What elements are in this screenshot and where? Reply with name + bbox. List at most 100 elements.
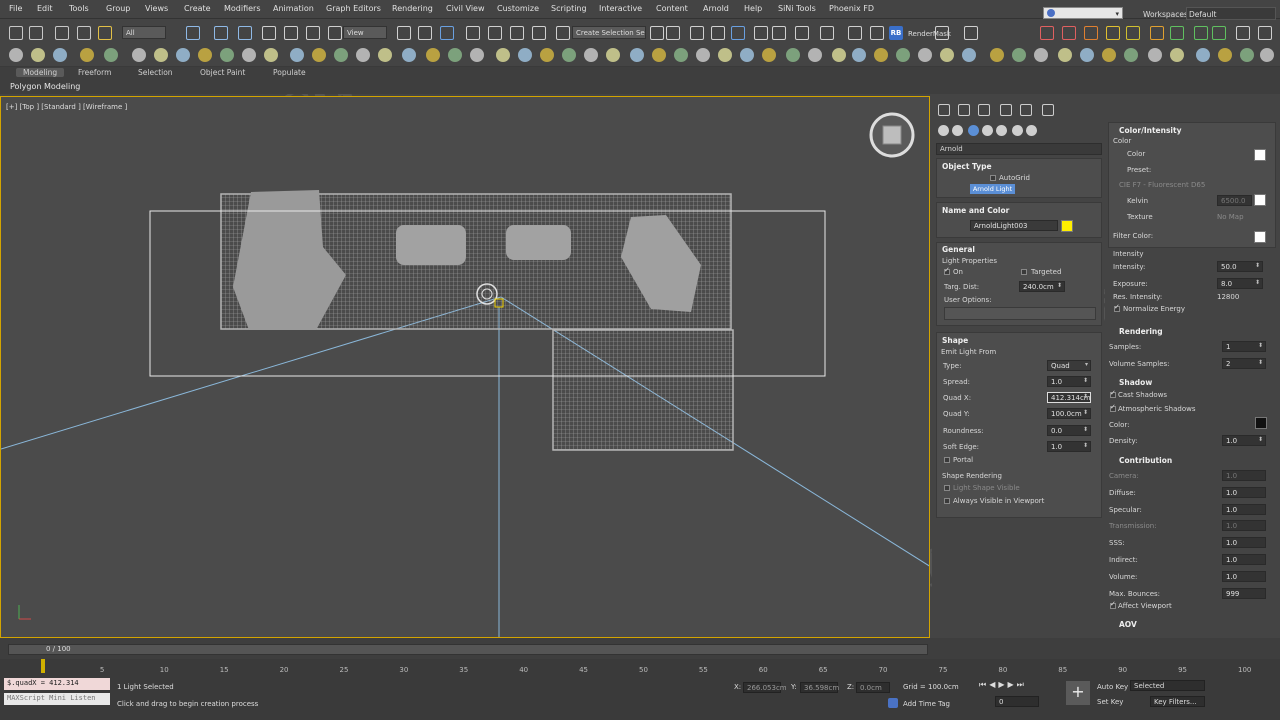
toolbar-tool-icon[interactable] [9,48,23,62]
contribution-spinner[interactable]: 1.0 [1222,470,1266,481]
normalize-energy-checkbox[interactable] [1114,303,1120,312]
toolbar-tool-icon[interactable] [1084,26,1098,40]
toolbar-tool-icon[interactable] [9,26,23,40]
menu-tools[interactable]: Tools [69,4,89,13]
workspaces-dropdown[interactable]: Default [1186,7,1276,20]
auto-key-button[interactable]: Auto Key [1097,683,1128,691]
create-category-icon[interactable] [968,125,979,136]
contribution-spinner[interactable]: 1.0 [1222,554,1266,565]
user-account-dropdown[interactable]: ▾ [1043,7,1123,19]
menu-help[interactable]: Help [744,4,762,13]
type-dropdown[interactable]: Quad ▾ [1047,360,1091,371]
portal-checkbox[interactable] [944,457,950,463]
toolbar-tool-icon[interactable] [940,48,954,62]
rollout-title[interactable]: Name and Color [942,206,1009,215]
autogrid-checkbox[interactable] [990,175,996,181]
toolbar-tool-icon[interactable] [1058,48,1072,62]
contribution-rollout-title[interactable]: Contribution [1119,456,1172,465]
exposure-spinner[interactable]: 8.0 ⬍ [1217,278,1263,289]
always-visible-checkbox[interactable] [944,498,950,504]
targ-dist-spinner[interactable]: 240.0cm ⬍ [1019,281,1065,292]
toolbar-tool-icon[interactable] [55,26,69,40]
color-option-label[interactable]: Color [1127,150,1145,158]
toolbar-tool-icon[interactable] [1212,26,1226,40]
toolbar-tool-icon[interactable] [1040,26,1054,40]
menu-group[interactable]: Group [106,4,130,13]
rendering-rollout-title[interactable]: Rendering [1119,327,1163,336]
toolbar-tool-icon[interactable] [795,26,809,40]
preset-dropdown[interactable]: CIE F7 - Fluorescent D65 [1119,181,1205,189]
toolbar-tool-icon[interactable] [718,48,732,62]
toolbar-tool-icon[interactable] [1012,48,1026,62]
toolbar-tool-icon[interactable] [870,26,884,40]
density-spinner[interactable]: 1.0 ⬍ [1222,435,1266,446]
command-panel-tab-icon[interactable] [1020,104,1032,116]
toolbar-tool-icon[interactable] [1240,48,1254,62]
toolbar-tool-icon[interactable] [874,48,888,62]
spinner-arrows-icon[interactable]: ⬍ [1083,426,1088,433]
toolbar-tool-icon[interactable] [242,48,256,62]
toolbar-tool-icon[interactable] [510,26,524,40]
roundness-spinner[interactable]: 0.0 ⬍ [1047,425,1091,436]
toolbar-tool-icon[interactable] [1260,48,1274,62]
toolbar-tool-icon[interactable] [532,26,546,40]
toolbar-tool-icon[interactable] [186,26,200,40]
command-panel-tab-icon[interactable] [958,104,970,116]
spinner-arrows-icon[interactable]: ⬍ [1057,282,1062,289]
toolbar-tool-icon[interactable] [1148,48,1162,62]
toolbar-tool-icon[interactable] [690,26,704,40]
toolbar-tool-icon[interactable] [731,26,745,40]
toolbar-tool-icon[interactable] [53,48,67,62]
toolbar-tool-icon[interactable] [488,26,502,40]
toolbar-tool-icon[interactable] [584,48,598,62]
key-set-dropdown[interactable]: Selected [1130,680,1205,691]
kelvin-label[interactable]: Kelvin [1127,197,1148,205]
contribution-spinner[interactable]: 1.0 [1222,537,1266,549]
selection-set-dropdown[interactable]: Create Selection Se [572,26,646,39]
menu-file[interactable]: File [9,4,22,13]
set-key-mode-icon[interactable]: + [1066,681,1090,705]
toolbar-tool-icon[interactable] [740,48,754,62]
filter-color-swatch[interactable] [1254,231,1266,243]
on-checkbox[interactable] [944,266,950,275]
time-slider-frame[interactable]: 0 / 100 [46,645,71,653]
contribution-spinner[interactable]: 1.0 [1222,570,1266,582]
toolbar-tool-icon[interactable] [77,26,91,40]
toolbar-tool-icon[interactable] [334,48,348,62]
toolbar-tool-icon[interactable] [154,48,168,62]
toolbar-tool-icon[interactable] [284,26,298,40]
ribbon-tab-object-paint[interactable]: Object Paint [200,68,245,77]
rollout-title[interactable]: General [942,245,975,254]
toolbar-tool-icon[interactable] [1258,26,1272,40]
menu-modifiers[interactable]: Modifiers [224,4,261,13]
toolbar-tool-icon[interactable] [772,26,786,40]
create-category-icon[interactable] [996,125,1007,136]
contribution-spinner[interactable]: 999 [1222,587,1266,599]
toolbar-tool-icon[interactable] [378,48,392,62]
spinner-arrows-icon[interactable]: ⬍ [1083,377,1088,384]
toolbar-tool-icon[interactable] [402,48,416,62]
toolbar-tool-icon[interactable] [198,48,212,62]
samples-spinner[interactable]: 1 ⬍ [1222,341,1266,352]
toolbar-tool-icon[interactable] [440,26,454,40]
toolbar-tool-icon[interactable] [1080,48,1094,62]
menu-scripting[interactable]: Scripting [551,4,587,13]
texture-label[interactable]: Texture [1127,213,1153,221]
menu-edit[interactable]: Edit [37,4,53,13]
menu-interactive[interactable]: Interactive [599,4,642,13]
command-panel-tab-icon[interactable] [1000,104,1012,116]
create-category-icon[interactable] [1026,125,1037,136]
intensity-spinner[interactable]: 50.0 ⬍ [1217,261,1263,272]
targeted-checkbox[interactable] [1021,269,1027,275]
toolbar-tool-icon[interactable] [1126,26,1140,40]
toolbar-tool-icon[interactable] [852,48,866,62]
menu-phoenix-fd[interactable]: Phoenix FD [829,4,874,13]
rollout-title[interactable]: Object Type [942,162,992,171]
current-frame-field[interactable]: 0 [995,696,1039,707]
toolbar-tool-icon[interactable] [964,26,978,40]
set-key-button[interactable]: Set Key [1097,698,1123,706]
toolbar-tool-icon[interactable] [98,26,112,40]
rollout-title[interactable]: Shape [942,336,968,345]
toolbar-tool-icon[interactable] [466,26,480,40]
toolbar-tool-icon[interactable] [896,48,910,62]
